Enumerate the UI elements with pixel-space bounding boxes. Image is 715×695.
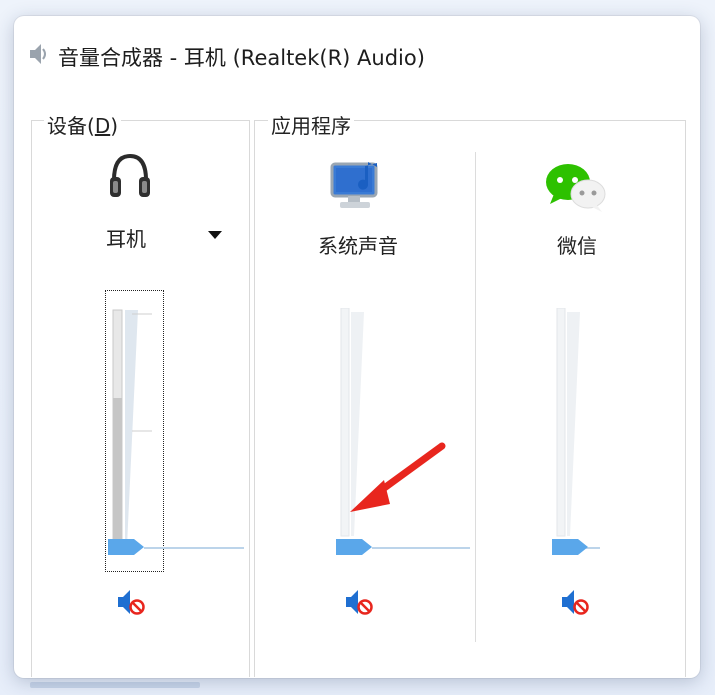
system-sounds-mute-button[interactable]: [344, 588, 374, 616]
device-group-label: 设备(D): [44, 110, 122, 139]
red-arrow-annotation: [350, 442, 446, 512]
window-title: 音量合成器 - 耳机 (Realtek(R) Audio): [58, 46, 425, 70]
background-strip: [30, 682, 200, 688]
wechat-volume-slider[interactable]: [554, 308, 594, 538]
wechat-volume-thumb[interactable]: [552, 537, 590, 557]
headphones-icon: [110, 153, 150, 197]
wechat-icon: [546, 164, 606, 212]
device-dropdown-arrow[interactable]: [208, 231, 222, 239]
device-mute-button[interactable]: [116, 588, 146, 616]
system-sounds-slider-track: [372, 547, 470, 549]
wechat-mute-button[interactable]: [560, 588, 590, 616]
device-volume-slider[interactable]: [108, 296, 158, 556]
app-name-system-sounds: 系统声音: [318, 234, 398, 258]
apps-column-divider: [475, 152, 476, 642]
volume-mixer-window: 音量合成器 - 耳机 (Realtek(R) Audio) 设备(D) 应用程序…: [14, 16, 700, 678]
app-name-wechat: 微信: [557, 234, 597, 258]
device-slider-track: [144, 547, 244, 549]
system-sounds-volume-thumb[interactable]: [336, 537, 374, 557]
speaker-icon: [30, 44, 46, 64]
device-hotkey: D: [94, 114, 111, 138]
system-sounds-icon: [330, 162, 378, 208]
apps-group-label: 应用程序: [268, 110, 354, 139]
device-name: 耳机: [106, 227, 146, 251]
title-bar: 音量合成器 - 耳机 (Realtek(R) Audio): [14, 16, 700, 70]
apps-group: [254, 120, 686, 677]
device-volume-thumb[interactable]: [108, 537, 146, 557]
